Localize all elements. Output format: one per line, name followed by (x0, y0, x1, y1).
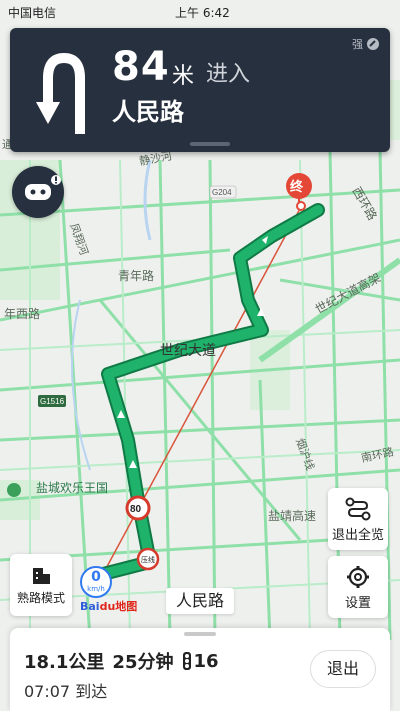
guidance-unit: 米 (172, 64, 195, 89)
trip-distance: 18.1公里 (24, 652, 105, 673)
speed-limit-value: 80 (130, 504, 142, 515)
guidance-distance: 84 (112, 44, 170, 90)
exit-navigation-button[interactable]: 退出 (310, 650, 376, 688)
panel-handle[interactable] (184, 632, 216, 636)
satellite-icon (367, 38, 379, 50)
trip-summary-panel[interactable]: 18.1公里 25分钟 16 07:07 到达 退出 (10, 628, 390, 711)
speed-value: 0 (91, 569, 101, 585)
carrier-label: 中国电信 (8, 6, 57, 20)
baidu-logo: Baidu地图 (80, 600, 138, 613)
building-icon (33, 568, 50, 584)
u-turn-left-icon (36, 52, 85, 134)
map-label: G1516 (40, 397, 65, 406)
guidance-panel[interactable]: 84 米 进入 人民路 强 (10, 28, 390, 152)
camera-label: 压线 (141, 555, 155, 564)
map-label: 世纪大道 (160, 342, 216, 358)
trip-info: 18.1公里 25分钟 16 (24, 648, 227, 674)
traffic-light-count: 16 (193, 650, 219, 672)
speed-unit: km/h (87, 585, 105, 593)
panel-handle[interactable] (190, 142, 230, 146)
settings-button[interactable]: 设置 (328, 556, 388, 618)
exit-overview-label: 退出全览 (331, 528, 384, 543)
familiar-mode-label: 熟路模式 (16, 591, 65, 605)
map-label: 盐靖高速 (268, 508, 316, 523)
current-road-label: 人民路 (166, 588, 234, 614)
map-label: G204 (212, 188, 232, 197)
guidance-road: 人民路 (112, 98, 184, 126)
svg-text:终: 终 (290, 179, 304, 194)
traffic-light-icon (183, 652, 192, 670)
familiar-mode-button[interactable]: 熟路模式 (10, 554, 72, 616)
gps-signal: 强 (352, 36, 380, 52)
arrival-time: 07:07 到达 (24, 682, 108, 701)
trip-duration: 25分钟 (112, 652, 174, 673)
settings-label: 设置 (344, 596, 371, 611)
robot-icon (25, 175, 61, 200)
gear-icon (347, 566, 369, 588)
gps-signal-label: 强 (352, 38, 363, 51)
exit-overview-button[interactable]: 退出全览 (328, 488, 388, 550)
map-label: 青年路 (118, 268, 154, 283)
status-bar: 中国电信 上午 6:42 (0, 0, 400, 22)
speedometer: 0 km/h (80, 566, 112, 598)
map-label: 年西路 (4, 306, 40, 321)
poi-label: 盐城欢乐王国 (36, 480, 108, 495)
route-overview-icon (345, 497, 371, 521)
voice-assistant-button[interactable] (12, 166, 64, 218)
park-icon (7, 483, 21, 497)
guidance-action: 进入 (206, 62, 251, 87)
clock: 上午 6:42 (175, 6, 230, 20)
